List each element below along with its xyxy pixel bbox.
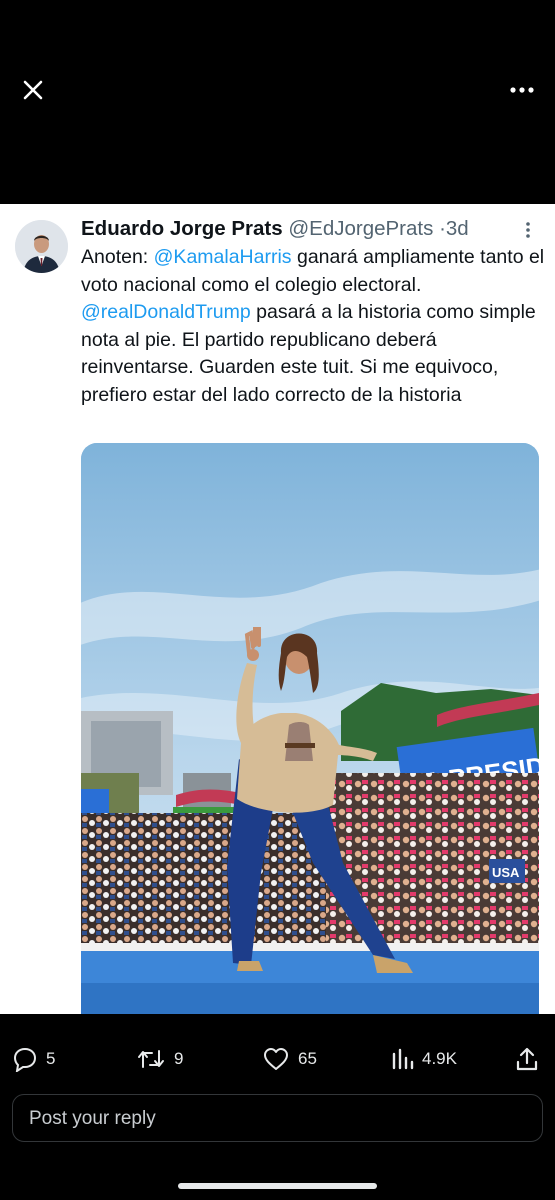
repost-button[interactable]: 9 xyxy=(136,1044,183,1074)
mention-link[interactable]: @realDonaldTrump xyxy=(81,301,251,323)
reply-button[interactable]: 5 xyxy=(12,1044,55,1074)
close-button[interactable] xyxy=(18,75,48,105)
tweet-actions-bar: 5 9 65 4.9K xyxy=(0,1014,555,1100)
share-button[interactable] xyxy=(514,1044,540,1074)
more-options-button[interactable] xyxy=(505,78,539,102)
mention-link[interactable]: @KamalaHarris xyxy=(154,246,292,268)
reply-box xyxy=(12,1094,543,1143)
like-button[interactable]: 65 xyxy=(262,1044,317,1074)
like-count: 65 xyxy=(298,1049,317,1068)
close-icon xyxy=(23,80,43,100)
tweet-header: Eduardo Jorge Prats @EdJorgePrats ·3d xyxy=(81,217,469,241)
sign-text: USA xyxy=(492,865,520,880)
author-handle[interactable]: @EdJorgePrats xyxy=(288,217,433,240)
share-icon xyxy=(516,1047,538,1071)
views-icon xyxy=(392,1048,414,1070)
repost-count: 9 xyxy=(174,1049,184,1068)
tweet-text-part: Anoten: xyxy=(81,246,154,268)
heart-icon xyxy=(264,1048,288,1070)
tweet-text: Anoten: @KamalaHarris ganará ampliamente… xyxy=(81,244,546,409)
header-separator: · xyxy=(439,217,446,240)
avatar-photo xyxy=(15,220,68,273)
more-horizontal-icon xyxy=(510,87,534,93)
tweet-timestamp[interactable]: 3d xyxy=(446,217,469,240)
tweet-image[interactable]: A PRESIDENT USA xyxy=(81,443,539,1014)
top-bar xyxy=(0,0,555,204)
author-name[interactable]: Eduardo Jorge Prats xyxy=(81,217,283,240)
reply-icon xyxy=(13,1047,37,1072)
view-count: 4.9K xyxy=(422,1049,457,1068)
views-button[interactable]: 4.9K xyxy=(390,1044,457,1074)
tweet-card: Eduardo Jorge Prats @EdJorgePrats ·3d An… xyxy=(0,204,555,1014)
avatar[interactable] xyxy=(15,220,68,273)
reply-count: 5 xyxy=(46,1049,56,1068)
tweet-menu-button[interactable] xyxy=(518,220,538,240)
home-indicator[interactable] xyxy=(178,1183,377,1189)
reply-input[interactable] xyxy=(27,1095,531,1143)
more-vertical-icon xyxy=(526,222,530,238)
rally-photo: A PRESIDENT USA xyxy=(81,443,539,1014)
repost-icon xyxy=(138,1050,164,1068)
